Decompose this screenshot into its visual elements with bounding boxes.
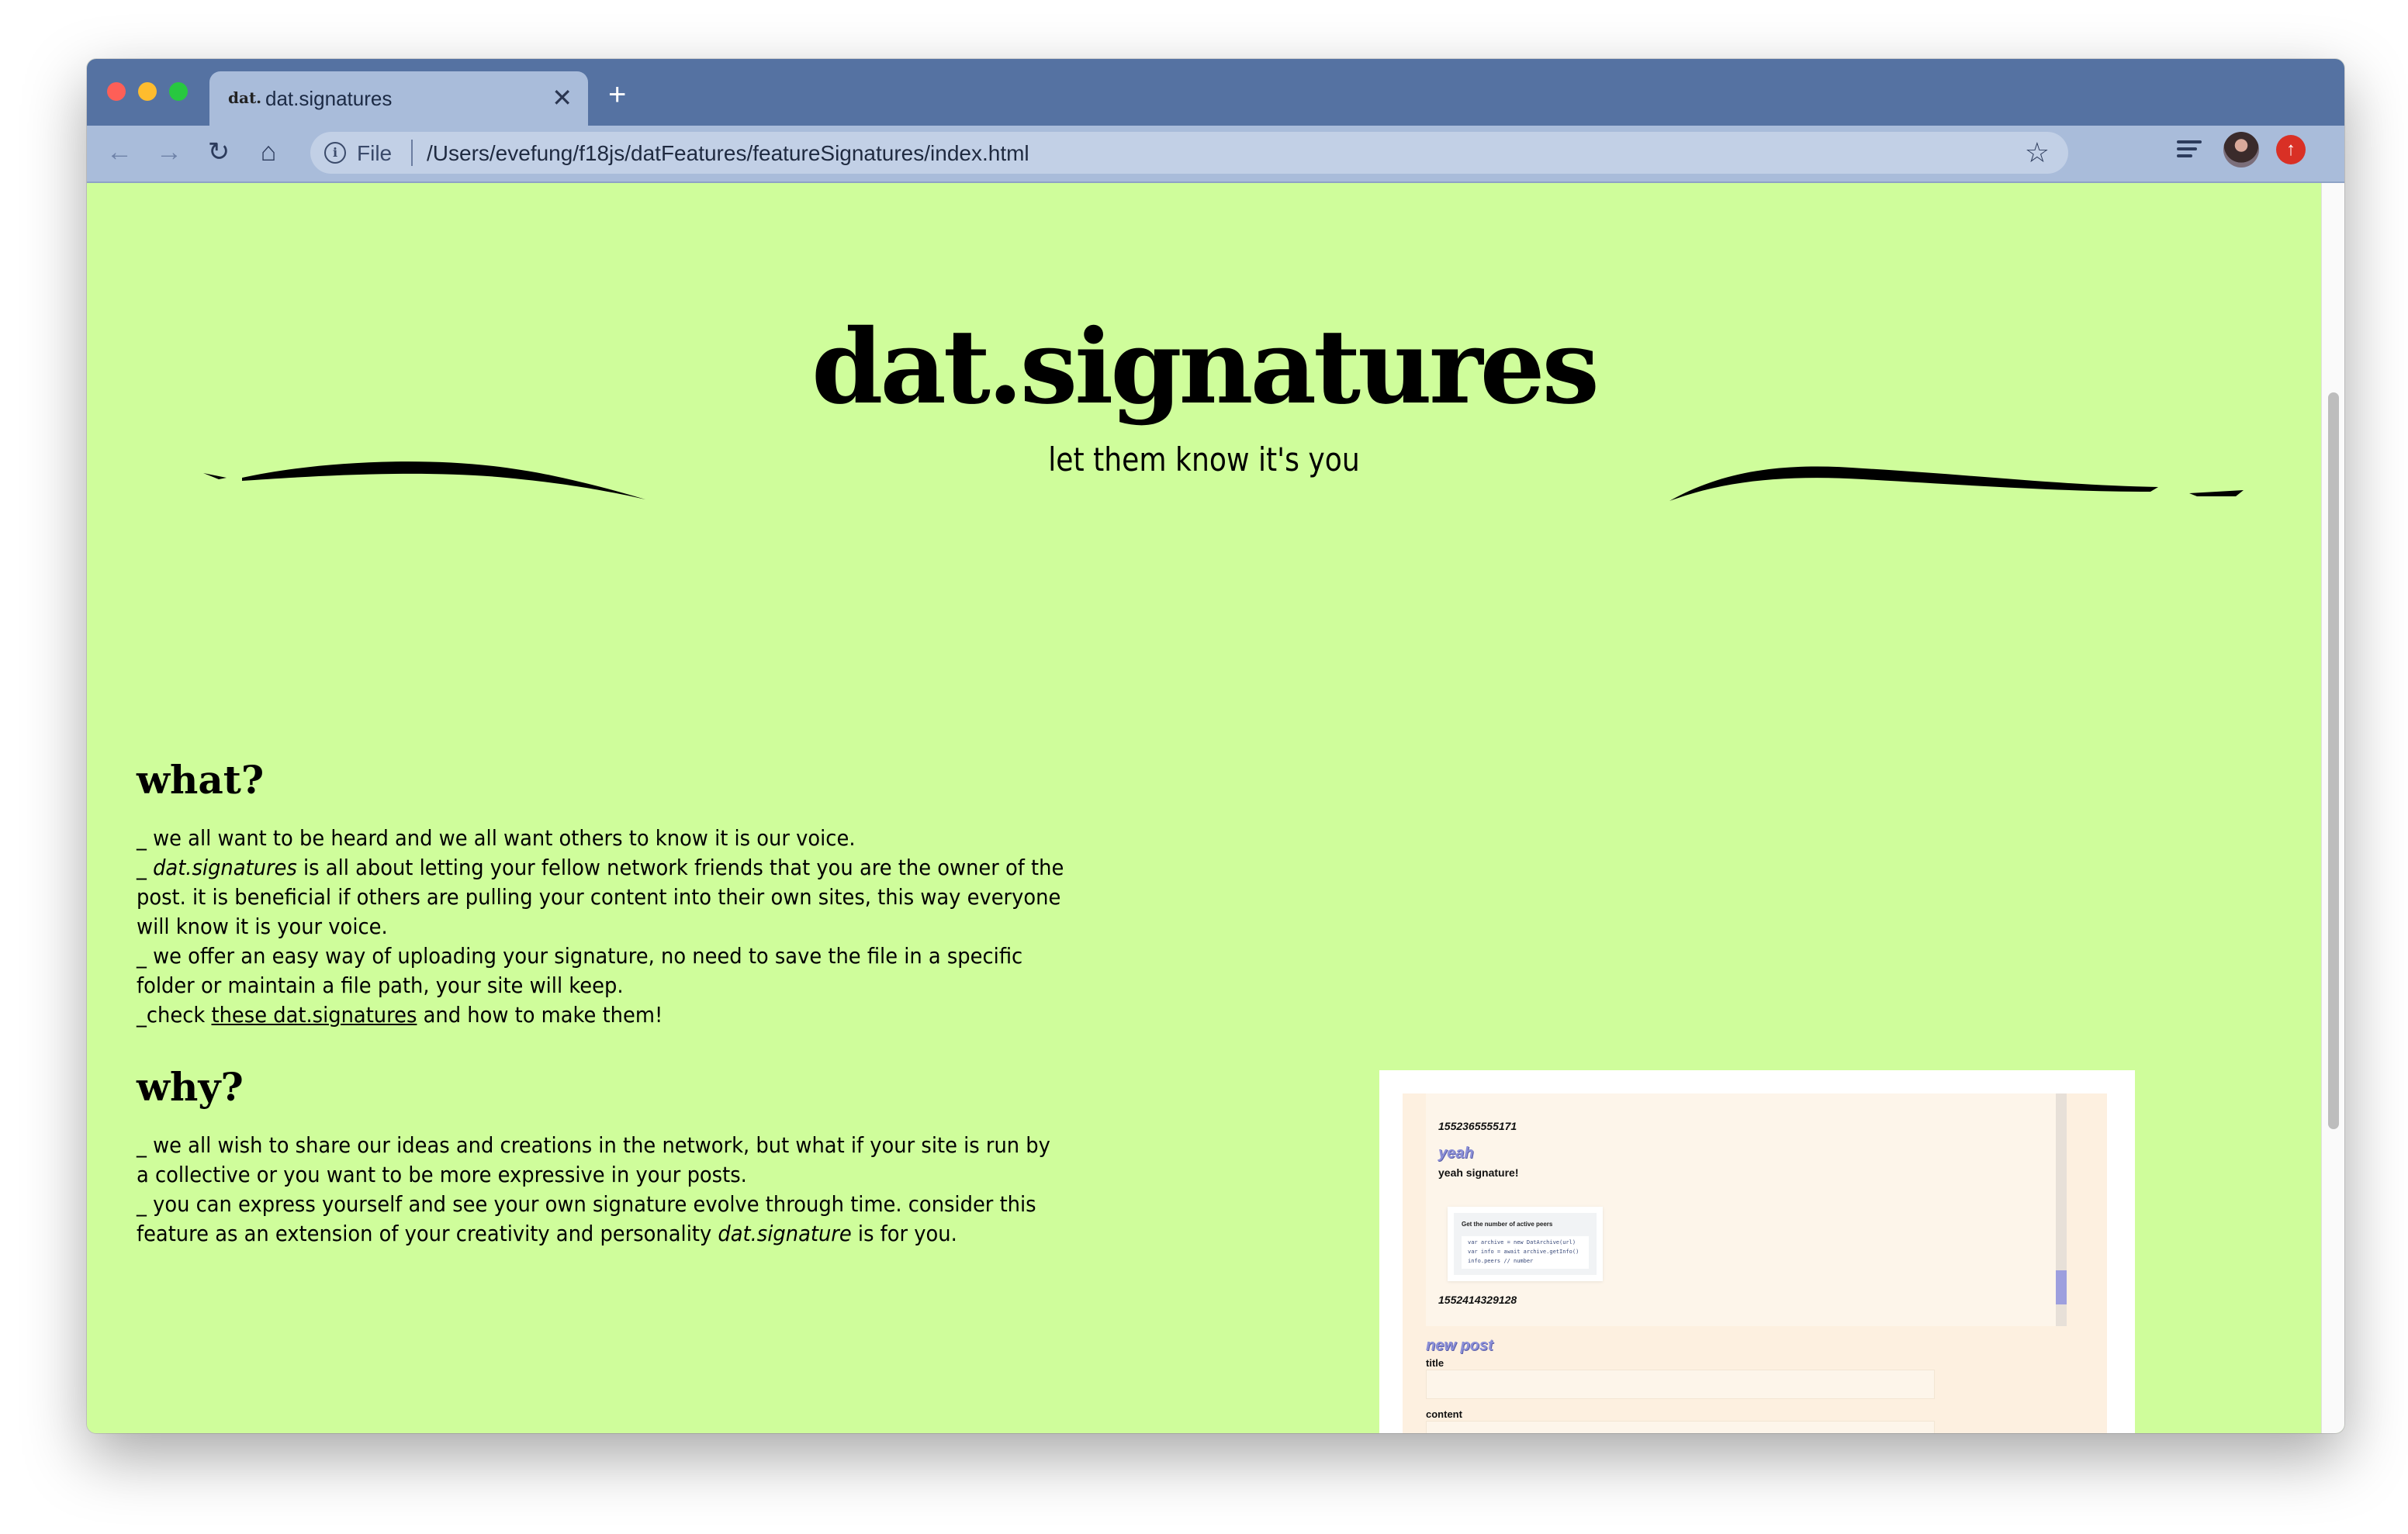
post-timestamp: 1552414329128 (1438, 1294, 1517, 1306)
avatar[interactable] (2223, 132, 2259, 168)
address-bar[interactable]: i File /Users/evefung/f18js/datFeatures/… (310, 132, 2068, 174)
why-heading: why? (137, 1064, 244, 1110)
forward-icon[interactable]: → (152, 135, 186, 169)
close-icon[interactable]: ✕ (552, 82, 573, 113)
page-subtitle: let them know it's you (1048, 441, 1360, 479)
what-line-3: _ we offer an easy way of uploading your… (137, 943, 1023, 998)
favicon-icon: dat. (228, 88, 262, 107)
what-line-2: _ dat.signatures is all about letting yo… (137, 853, 1064, 941)
tab-dat-signatures[interactable]: dat. dat.signatures ✕ (209, 71, 588, 126)
home-icon[interactable]: ⌂ (251, 135, 285, 169)
why-line-2-emphasis: dat.signature (718, 1221, 852, 1246)
post-title: yeah (1438, 1145, 1474, 1162)
why-text: _ we all wish to share our ideas and cre… (137, 1131, 1064, 1249)
info-icon[interactable]: i (324, 142, 346, 164)
playlist-icon[interactable] (2177, 136, 2211, 171)
minimize-window-button[interactable] (138, 82, 157, 101)
code-line: var archive = new DatArchive(url) (1468, 1239, 1576, 1246)
code-line: info.peers // number (1468, 1258, 1534, 1264)
signatures-link[interactable]: these dat.signatures (211, 1002, 417, 1028)
demo-app: 1552365555171 yeah yeah signature! Get t… (1403, 1093, 2107, 1433)
post-feed[interactable]: 1552365555171 yeah yeah signature! Get t… (1426, 1093, 2067, 1326)
page-content: dat.signatures let them know it's you wh… (87, 183, 2321, 1433)
post-timestamp: 1552365555171 (1438, 1120, 1517, 1132)
address-separator (411, 140, 413, 166)
title-input[interactable] (1426, 1370, 1935, 1399)
content-label: content (1426, 1408, 1462, 1420)
what-line-1: _ we all want to be heard and we all wan… (137, 825, 856, 851)
browser-toolbar: ← → ↻ ⌂ i File /Users/evefung/f18js/datF… (87, 126, 2344, 183)
code-card: Get the number of active peers var archi… (1448, 1207, 1603, 1281)
feed-scrollbar[interactable] (2056, 1093, 2067, 1326)
code-line: var info = await archive.getInfo() (1468, 1249, 1579, 1255)
address-scheme: File (357, 141, 393, 165)
what-line-4: _check these dat.signatures and how to m… (137, 1000, 1064, 1030)
back-icon[interactable]: ← (102, 135, 137, 169)
what-line-2-emphasis: dat.signatures (153, 855, 297, 880)
address-url[interactable]: /Users/evefung/f18js/datFeatures/feature… (427, 141, 1029, 166)
code-box: var archive = new DatArchive(url) var in… (1462, 1236, 1589, 1269)
why-line-2-suffix: is for you. (851, 1221, 957, 1246)
page-title: dat.signatures (811, 307, 1600, 427)
code-card-inner: Get the number of active peers var archi… (1454, 1213, 1597, 1275)
what-line-4-prefix: _check (137, 1002, 212, 1028)
browser-window: dat. dat.signatures ✕ + ← → ↻ ⌂ i File /… (87, 59, 2344, 1433)
post-body: yeah signature! (1438, 1166, 1519, 1179)
demo-preview: 1552365555171 yeah yeah signature! Get t… (1379, 1070, 2135, 1433)
star-icon[interactable]: ☆ (2025, 136, 2050, 169)
feed-scrollbar-thumb[interactable] (2056, 1270, 2067, 1304)
what-line-2-prefix: _ (137, 855, 154, 880)
close-window-button[interactable] (107, 82, 126, 101)
page-scrollbar-thumb[interactable] (2328, 392, 2339, 1129)
why-line-2: _ you can express yourself and see your … (137, 1190, 1064, 1249)
title-label: title (1426, 1357, 1444, 1369)
content-textarea[interactable] (1426, 1421, 1935, 1433)
what-heading: what? (137, 757, 265, 803)
update-icon[interactable]: ↑ (2276, 135, 2306, 164)
page-scrollbar[interactable] (2321, 183, 2344, 1433)
new-post-heading: new post (1426, 1337, 1493, 1354)
why-line-1: _ we all wish to share our ideas and cre… (137, 1132, 1050, 1187)
new-tab-button[interactable]: + (608, 79, 626, 110)
tab-title: dat.signatures (265, 87, 393, 110)
what-text: _ we all want to be heard and we all wan… (137, 824, 1064, 1030)
what-line-4-suffix: and how to make them! (417, 1002, 663, 1028)
maximize-window-button[interactable] (169, 82, 188, 101)
tab-strip: dat. dat.signatures ✕ + (87, 59, 2344, 126)
reload-icon[interactable]: ↻ (202, 135, 236, 169)
code-card-title: Get the number of active peers (1462, 1221, 1553, 1228)
